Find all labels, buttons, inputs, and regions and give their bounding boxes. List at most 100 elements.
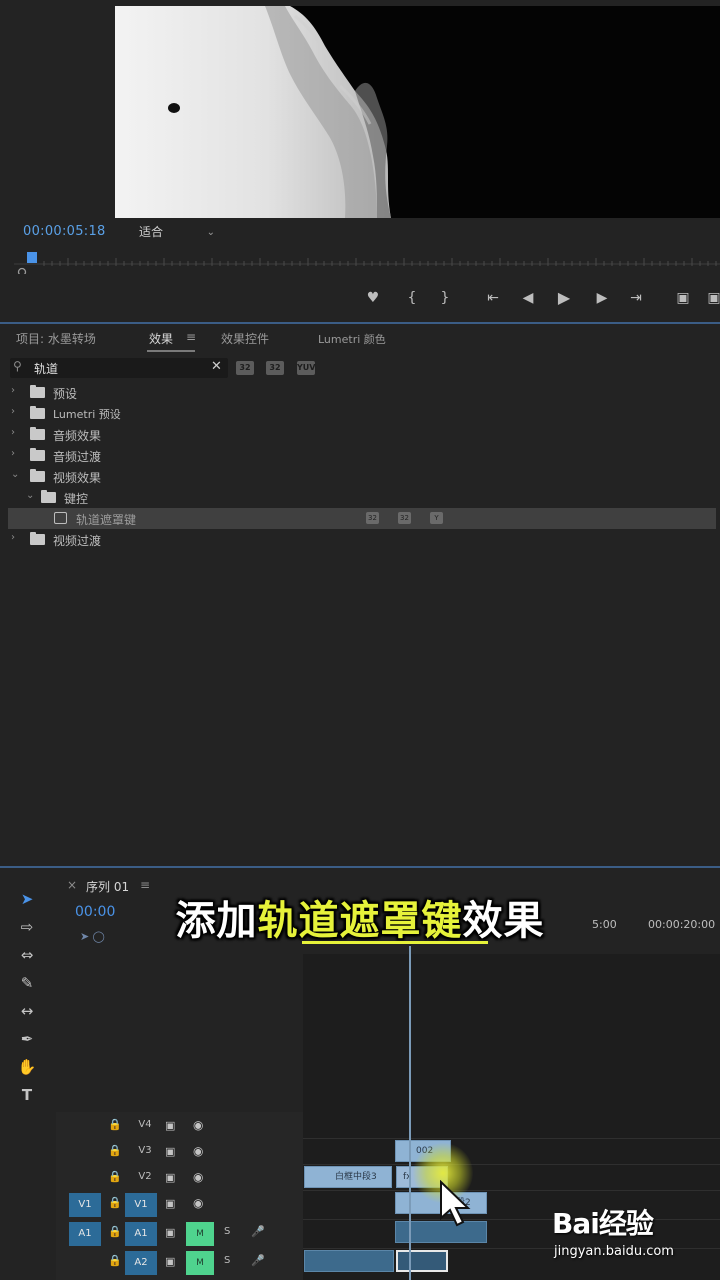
effect-icon xyxy=(54,512,67,524)
program-timecode[interactable]: 00:00:05:18 xyxy=(23,224,106,239)
audio-clip-a2[interactable] xyxy=(396,1250,448,1272)
effects-search-input[interactable]: ⚲ 轨道 ✕ xyxy=(10,358,228,378)
clip-v2-left[interactable]: 白框中段3 xyxy=(304,1166,392,1188)
yuv-badge-icon: Y xyxy=(430,512,443,524)
toggle-sync-icon[interactable]: ▣ xyxy=(165,1119,175,1132)
toggle-sync-icon[interactable]: ▣ xyxy=(165,1226,175,1239)
mic-icon[interactable]: 🎤 xyxy=(251,1254,265,1267)
ink-wash-frame xyxy=(115,6,720,218)
eye-icon[interactable]: ◉ xyxy=(193,1170,203,1184)
accelerated-badge-icon: 32 xyxy=(366,512,379,524)
tree-item-keying[interactable]: ⌄ 键控 xyxy=(0,487,720,508)
tree-item-lumetri-presets[interactable]: › Lumetri 预设 xyxy=(0,403,720,424)
search-icon: ⚲ xyxy=(13,359,22,373)
zoom-fit-value: 适合 xyxy=(139,225,164,239)
eye-icon[interactable]: ◉ xyxy=(193,1118,203,1132)
track-name[interactable]: V1 xyxy=(125,1193,157,1217)
yuv-effects-filter-icon[interactable]: YUV xyxy=(297,361,315,375)
tree-item-video-transitions[interactable]: › 视频过渡 xyxy=(0,529,720,550)
folder-icon xyxy=(30,427,45,440)
mark-out-icon[interactable]: } xyxy=(433,284,457,312)
tree-label: 预设 xyxy=(53,387,78,401)
toggle-sync-icon[interactable]: ▣ xyxy=(165,1197,175,1210)
folder-icon xyxy=(30,448,45,461)
mute-button[interactable]: M xyxy=(186,1251,214,1275)
chevron-right-icon: › xyxy=(11,406,15,417)
chevron-right-icon: › xyxy=(11,448,15,459)
track-name[interactable]: A2 xyxy=(125,1251,157,1275)
audio-clip-a2-left[interactable] xyxy=(304,1250,394,1272)
tree-label: 轨道遮罩键 xyxy=(76,513,137,527)
lift-icon[interactable]: ▣ xyxy=(671,284,695,312)
track-name[interactable]: A1 xyxy=(125,1222,157,1246)
step-back-icon[interactable]: ◀ xyxy=(516,284,540,312)
eye-icon[interactable]: ◉ xyxy=(193,1196,203,1210)
go-to-in-icon[interactable]: ⇤ xyxy=(481,284,505,312)
tab-effect-controls[interactable]: 效果控件 xyxy=(221,330,269,347)
tree-label: 视频过渡 xyxy=(53,534,102,548)
source-patch-a1[interactable]: A1 xyxy=(69,1222,101,1246)
tree-item-video-effects[interactable]: ⌄ 视频效果 xyxy=(0,466,720,487)
preset-folder-icon xyxy=(30,385,45,398)
lock-icon[interactable]: 🔒 xyxy=(108,1196,122,1209)
tree-label: 视频效果 xyxy=(53,471,102,485)
lock-icon[interactable]: 🔒 xyxy=(108,1118,122,1131)
play-icon[interactable]: ▶ xyxy=(552,284,576,312)
extract-icon[interactable]: ▣ xyxy=(702,284,720,312)
lock-icon[interactable]: 🔒 xyxy=(108,1254,122,1267)
go-to-out-icon[interactable]: ⇥ xyxy=(624,284,648,312)
track-v4: 🔒 V4 ▣ ◉ xyxy=(56,1113,720,1139)
caption-highlight: 轨道遮罩键 xyxy=(257,898,463,944)
type-tool-icon[interactable]: T xyxy=(8,1082,46,1108)
monitor-time-ruler[interactable] xyxy=(14,252,720,274)
toggle-sync-icon[interactable]: ▣ xyxy=(165,1255,175,1268)
active-tab-indicator xyxy=(147,350,195,352)
pen-tool-icon[interactable]: ✒ xyxy=(8,1026,46,1052)
chevron-right-icon: › xyxy=(11,385,15,396)
tree-item-track-matte-key[interactable]: 轨道遮罩键 32 32 Y xyxy=(8,508,716,529)
tree-label: 音频效果 xyxy=(53,429,102,443)
tree-item-audio-effects[interactable]: › 音频效果 xyxy=(0,424,720,445)
32bit-effects-filter-icon[interactable]: 32 xyxy=(266,361,284,375)
video-preview xyxy=(115,6,720,218)
solo-button[interactable]: S xyxy=(224,1255,230,1266)
chevron-down-icon: ⌄ xyxy=(26,490,35,501)
tree-label: Lumetri 预设 xyxy=(53,408,121,421)
tutorial-caption: 添加轨道遮罩键效果 xyxy=(0,888,720,946)
lock-icon[interactable]: 🔒 xyxy=(108,1144,122,1157)
tree-item-audio-transitions[interactable]: › 音频过渡 xyxy=(0,445,720,466)
hand-tool-icon[interactable]: ✋ xyxy=(8,1054,46,1080)
step-forward-icon[interactable]: ▶ xyxy=(590,284,614,312)
toggle-sync-icon[interactable]: ▣ xyxy=(165,1145,175,1158)
clip-label: 白框中段3 xyxy=(335,1172,377,1182)
mark-in-icon[interactable]: { xyxy=(400,284,424,312)
tree-item-presets[interactable]: › 预设 xyxy=(0,382,720,403)
track-name: V2 xyxy=(138,1171,152,1182)
lock-icon[interactable]: 🔒 xyxy=(108,1225,122,1238)
mic-icon[interactable]: 🎤 xyxy=(251,1225,265,1238)
slip-tool-icon[interactable]: ↔ xyxy=(8,998,46,1024)
clear-search-icon[interactable]: ✕ xyxy=(211,359,222,374)
solo-button[interactable]: S xyxy=(224,1226,230,1237)
eye-icon[interactable]: ◉ xyxy=(193,1144,203,1158)
search-value: 轨道 xyxy=(34,362,59,376)
razor-tool-icon[interactable]: ✎ xyxy=(8,970,46,996)
zoom-fit-select[interactable]: 适合 ⌄ xyxy=(131,222,221,242)
source-patch-v1[interactable]: V1 xyxy=(69,1193,101,1217)
tab-project[interactable]: 项目: 水墨转场 xyxy=(16,330,96,347)
lock-icon[interactable]: 🔒 xyxy=(108,1170,122,1183)
program-monitor: 00:00:05:18 适合 ⌄ ♥ { } ⇤ ◀ ▶ ▶ ⇥ ▣ ▣ xyxy=(0,0,720,322)
marker-icon[interactable]: ♥ xyxy=(361,284,385,312)
mouse-cursor-icon xyxy=(440,1180,471,1227)
tab-lumetri-color[interactable]: Lumetri 颜色 xyxy=(318,331,386,347)
toggle-sync-icon[interactable]: ▣ xyxy=(165,1171,175,1184)
accelerated-effects-filter-icon[interactable]: 32 xyxy=(236,361,254,375)
watermark-logo: Bai经验 xyxy=(552,1207,654,1240)
mute-button[interactable]: M xyxy=(186,1222,214,1246)
panel-menu-icon[interactable]: ≡ xyxy=(186,330,196,344)
tab-effects[interactable]: 效果 xyxy=(149,330,173,347)
baidu-jingyan-watermark: Bai经验 jingyan.baidu.com xyxy=(552,1202,712,1272)
folder-icon xyxy=(41,490,56,503)
timeline-playhead[interactable] xyxy=(409,946,411,1280)
playhead-marker xyxy=(27,252,37,263)
